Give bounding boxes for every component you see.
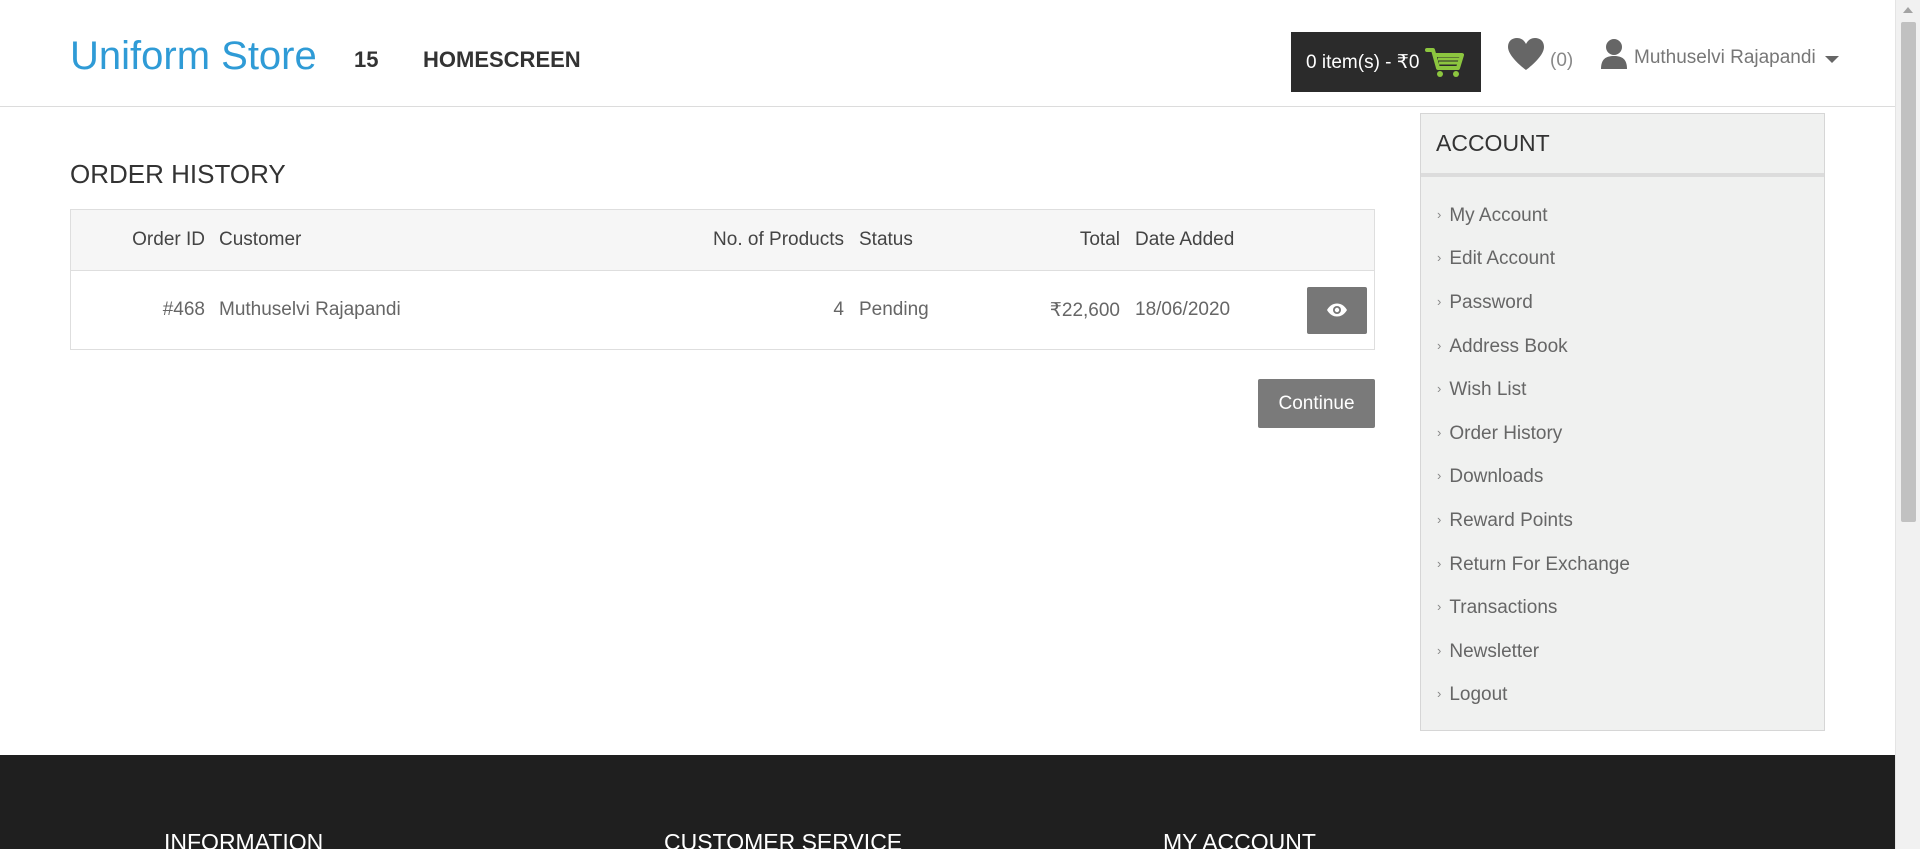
sidebar-item-label: Password (1449, 291, 1533, 313)
chevron-right-icon: › (1437, 381, 1442, 397)
sidebar-item-label: Logout (1449, 684, 1508, 706)
footer-heading-information: INFORMATION (164, 829, 324, 849)
col-header-order-id: Order ID (132, 229, 205, 250)
chevron-right-icon: › (1437, 686, 1442, 702)
chevron-right-icon: › (1437, 424, 1442, 440)
sidebar-item-address-book[interactable]: › Address Book (1421, 325, 1824, 369)
view-order-button[interactable] (1307, 286, 1367, 334)
sidebar-item-label: Address Book (1449, 335, 1568, 357)
sidebar-item-reward-points[interactable]: › Reward Points (1421, 499, 1824, 543)
sidebar-title: ACCOUNT (1421, 114, 1824, 177)
chevron-down-icon (1824, 55, 1839, 63)
sidebar-item-order-history[interactable]: › Order History (1421, 412, 1824, 456)
chevron-right-icon: › (1437, 206, 1442, 222)
sidebar-item-wish-list[interactable]: › Wish List (1421, 368, 1824, 412)
sidebar-item-label: Transactions (1449, 597, 1558, 619)
order-status: Pending (859, 299, 929, 320)
sidebar-item-label: Newsletter (1449, 640, 1540, 662)
sidebar-item-my-account[interactable]: › My Account (1421, 194, 1824, 238)
continue-button[interactable]: Continue (1258, 379, 1375, 428)
shopping-cart-icon (1425, 48, 1465, 77)
chevron-right-icon: › (1437, 599, 1442, 615)
order-date-added: 18/06/2020 (1135, 299, 1231, 320)
sidebar-item-return-for-exchange[interactable]: › Return For Exchange (1421, 543, 1824, 587)
footer-heading-customer-service: CUSTOMER SERVICE (664, 829, 903, 849)
nav-homescreen-link[interactable]: HOMESCREEN (423, 47, 581, 73)
sidebar-item-label: My Account (1449, 204, 1548, 226)
col-header-status: Status (859, 229, 913, 250)
chevron-right-icon: › (1437, 250, 1442, 266)
heart-icon (1508, 38, 1544, 70)
chevron-right-icon: › (1437, 555, 1442, 571)
user-menu-dropdown[interactable]: Muthuselvi Rajapandi (1600, 38, 1839, 70)
sidebar-item-password[interactable]: › Password (1421, 281, 1824, 325)
user-name: Muthuselvi Rajapandi (1634, 47, 1816, 68)
account-menu: › My Account › Edit Account › Password › Add… (1421, 177, 1824, 717)
sidebar-item-label: Order History (1449, 422, 1563, 444)
sidebar-item-newsletter[interactable]: › Newsletter (1421, 630, 1824, 674)
order-history-table: Order ID Customer No. of Products Status… (70, 209, 1375, 350)
user-icon (1601, 39, 1627, 69)
wishlist-count: (0) (1550, 50, 1574, 71)
col-header-total: Total (1079, 229, 1120, 250)
table-row: #468 Muthuselvi Rajapandi 4 Pending ₹22,… (71, 271, 1374, 349)
site-footer: INFORMATION CUSTOMER SERVICE MY ACCOUNT (0, 755, 1895, 849)
col-header-products: No. of Products (713, 229, 844, 250)
chevron-right-icon: › (1437, 468, 1442, 484)
order-total: ₹22,600 (1049, 299, 1120, 321)
table-header-row: Order ID Customer No. of Products Status… (71, 210, 1374, 271)
order-customer: Muthuselvi Rajapandi (219, 299, 401, 320)
sidebar-item-label: Edit Account (1449, 248, 1555, 270)
order-id: #468 (162, 299, 205, 320)
col-header-date-added: Date Added (1135, 229, 1235, 250)
chevron-right-icon: › (1437, 511, 1442, 527)
col-header-customer: Customer (219, 229, 302, 250)
cart-button[interactable]: 0 item(s) - ₹0 (1291, 32, 1481, 92)
order-action-cell (1300, 286, 1374, 334)
site-header: Uniform Store 15 HOMESCREEN 0 item(s) - … (0, 0, 1895, 107)
sidebar-item-edit-account[interactable]: › Edit Account (1421, 238, 1824, 282)
store-logo-link[interactable]: Uniform Store (70, 34, 317, 79)
page-scrollbar[interactable] (1895, 0, 1920, 849)
page-title: ORDER HISTORY (70, 159, 286, 189)
sidebar-item-label: Reward Points (1449, 509, 1573, 531)
eye-icon (1327, 303, 1347, 317)
sidebar-item-transactions[interactable]: › Transactions (1421, 586, 1824, 630)
sidebar-item-label: Wish List (1449, 379, 1527, 401)
footer-heading-my-account: MY ACCOUNT (1163, 829, 1316, 849)
sidebar-item-logout[interactable]: › Logout (1421, 674, 1824, 718)
sidebar-item-label: Downloads (1449, 466, 1544, 488)
sidebar-item-downloads[interactable]: › Downloads (1421, 456, 1824, 500)
chevron-right-icon: › (1437, 337, 1442, 353)
chevron-right-icon: › (1437, 642, 1442, 658)
sidebar-item-label: Return For Exchange (1449, 553, 1630, 575)
order-product-count: 4 (833, 299, 844, 320)
nav-count-link[interactable]: 15 (354, 47, 378, 73)
wishlist-link[interactable]: (0) (1506, 36, 1573, 72)
account-sidebar: ACCOUNT › My Account › Edit Account › Passw… (1420, 113, 1825, 731)
scroll-up-arrow-icon[interactable] (1903, 7, 1913, 13)
chevron-right-icon: › (1437, 293, 1442, 309)
scrollbar-thumb[interactable] (1901, 22, 1916, 522)
cart-label: 0 item(s) - ₹0 (1306, 51, 1420, 73)
